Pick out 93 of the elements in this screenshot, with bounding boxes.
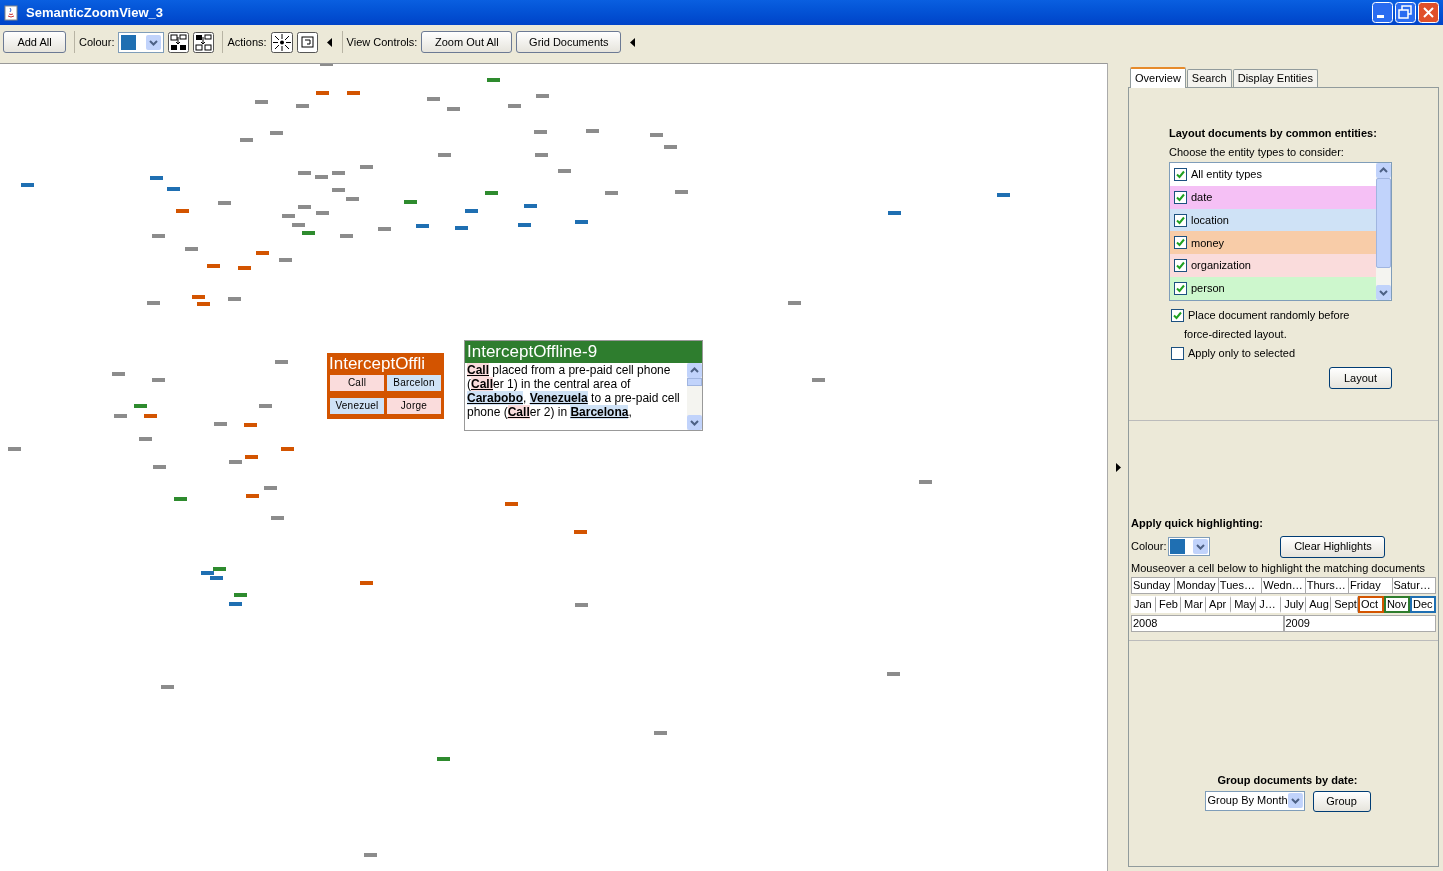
clear-highlights-button[interactable]: Clear Highlights [1280, 535, 1386, 558]
scrollbar[interactable] [1376, 163, 1391, 300]
scrollbar[interactable] [687, 363, 702, 430]
year-cell[interactable]: 2009 [1283, 615, 1436, 632]
checkbox[interactable] [1174, 236, 1187, 250]
view-controls-label: View Controls: [346, 34, 418, 50]
checkbox-label: person [1191, 281, 1225, 297]
month-cell[interactable]: May [1231, 596, 1257, 613]
entity-tag[interactable]: Barcelon [387, 375, 441, 391]
month-cell[interactable]: Sept [1331, 596, 1358, 613]
list-item[interactable]: date [1170, 185, 1376, 209]
group-button[interactable]: Group [1312, 790, 1371, 812]
checkbox[interactable] [1174, 213, 1187, 227]
collapse-arrow-icon[interactable] [325, 37, 334, 47]
scroll-thumb[interactable] [687, 378, 702, 386]
checkbox[interactable] [1174, 190, 1187, 204]
group-by-dropdown[interactable]: Group By Month [1204, 790, 1305, 811]
burst-icon[interactable] [270, 31, 293, 53]
list-item[interactable]: person [1170, 277, 1376, 300]
scroll-down-icon[interactable] [1376, 285, 1391, 300]
checkbox-label: Apply only to selected [1188, 346, 1295, 362]
day-cell[interactable]: Thurs… [1305, 577, 1350, 594]
month-cell[interactable]: Jan [1131, 596, 1157, 613]
checkbox[interactable] [1171, 309, 1184, 322]
tab[interactable]: Overview [1130, 67, 1186, 88]
expand-arrow-icon[interactable] [1115, 462, 1121, 472]
tab[interactable]: Display Entities [1232, 69, 1318, 87]
month-cell[interactable]: Oct [1357, 596, 1384, 613]
entity-tag[interactable]: Venezuel [330, 397, 384, 414]
checkbox[interactable] [1174, 259, 1187, 273]
section-heading: Group documents by date: [1217, 773, 1358, 788]
month-cell[interactable]: Feb [1156, 596, 1182, 613]
scroll-down-icon[interactable] [687, 415, 702, 430]
day-cell[interactable]: Tues… [1218, 577, 1263, 594]
entity-tag[interactable]: Call [330, 375, 384, 391]
month-cell[interactable]: J… [1256, 596, 1282, 613]
checkbox[interactable] [1171, 347, 1184, 360]
month-cell[interactable]: Aug [1306, 596, 1332, 613]
add-all-button[interactable]: Add All [3, 31, 66, 53]
card-title: InterceptOffline-9 [466, 341, 599, 363]
day-cell[interactable]: Friday [1349, 577, 1393, 594]
checkbox-label: Place document randomly before [1188, 308, 1350, 324]
scroll-thumb[interactable] [1376, 178, 1391, 268]
month-cell[interactable]: Dec [1409, 596, 1436, 613]
day-cell[interactable]: Satur… [1392, 577, 1436, 594]
window-title: SemanticZoomView_3 [26, 3, 164, 22]
month-cell[interactable]: Nov [1383, 596, 1410, 613]
minimize-icon[interactable] [1372, 2, 1393, 23]
zoom-out-all-button[interactable]: Zoom Out All [421, 31, 513, 53]
tab[interactable]: Search [1186, 69, 1232, 87]
month-cell[interactable]: Mar [1181, 596, 1207, 613]
document-text: Call placed from a pre-paid cell phone (Caller 1) in the central area of Carabobo, Venezuela to a pre-paid cell phone (Caller 2) in Barcelona, [466, 363, 681, 421]
checkbox[interactable] [1174, 282, 1187, 296]
list-item[interactable]: money [1170, 231, 1376, 255]
collapse-layout-icon[interactable] [193, 31, 215, 53]
checkbox-label: money [1191, 235, 1225, 251]
grid-documents-button[interactable]: Grid Documents [516, 31, 622, 53]
frame-icon[interactable] [296, 31, 318, 53]
month-cell[interactable]: July [1281, 596, 1307, 613]
document-card[interactable]: InterceptOffli Call Barcelon Venezuel Jorge [327, 353, 444, 419]
document-card[interactable]: InterceptOffline-9 Call placed from a pre-paid cell phone (Caller 1) in the central area of Carabobo, Venezuela to a pre-paid cell phone (Caller 2) in Barcelona, [464, 340, 703, 431]
entity-tag[interactable]: Jorge [387, 397, 441, 414]
month-cell[interactable]: Apr [1206, 596, 1232, 613]
day-cell[interactable]: Monday [1175, 577, 1219, 594]
colour-label: Colour: [1131, 539, 1167, 555]
list-item[interactable]: location [1170, 208, 1376, 232]
expand-layout-icon[interactable] [168, 31, 190, 53]
app-icon [4, 4, 18, 21]
instruction-text: Choose the entity types to consider: [1169, 144, 1345, 160]
layout-button[interactable]: Layout [1329, 367, 1392, 389]
section-heading: Layout documents by common entities: [1169, 126, 1378, 141]
actions-label: Actions: [227, 34, 267, 50]
restore-icon[interactable] [1395, 2, 1416, 23]
checkbox-label: organization [1191, 258, 1251, 274]
scroll-up-icon[interactable] [687, 363, 702, 378]
instruction-text: Mouseover a cell below to highlight the matching documents [1131, 560, 1427, 576]
checkbox[interactable] [1174, 167, 1187, 181]
colour-dropdown[interactable] [1168, 537, 1211, 556]
colour-label: Colour: [79, 34, 115, 50]
year-cell[interactable]: 2008 [1131, 615, 1284, 632]
colour-dropdown[interactable] [118, 31, 165, 53]
close-icon[interactable] [1418, 2, 1439, 23]
checkbox-label: location [1191, 212, 1229, 228]
checkbox-label: date [1191, 190, 1213, 205]
day-cell[interactable]: Wedn… [1262, 577, 1306, 594]
checkbox-label: force-directed layout. [1183, 327, 1288, 342]
list-item[interactable]: organization [1170, 254, 1376, 278]
section-heading: Apply quick highlighting: [1131, 516, 1264, 531]
card-title: InterceptOffli [328, 353, 427, 375]
checkbox-label: All entity types [1191, 167, 1262, 183]
scroll-up-icon[interactable] [1376, 163, 1391, 178]
collapse-arrow-icon[interactable] [629, 37, 638, 47]
day-cell[interactable]: Sunday [1131, 577, 1176, 594]
